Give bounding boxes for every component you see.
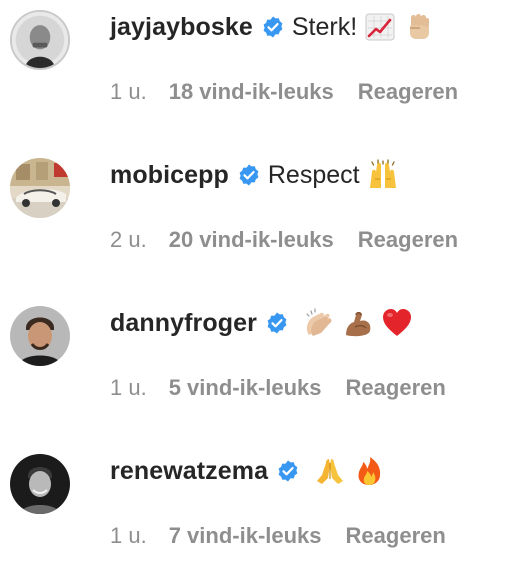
comments-list: jayjayboske Sterk! 1 u. 18 vind-ik-leuks… [0, 0, 528, 568]
comment-text: Respect [267, 160, 360, 189]
avatar[interactable] [10, 306, 70, 366]
timestamp[interactable]: 1 u. [110, 79, 147, 105]
fire-emoji-icon [353, 455, 385, 487]
timestamp[interactable]: 1 u. [110, 523, 147, 549]
folded-hands-emoji-icon [314, 455, 346, 487]
comment-meta: 2 u. 20 vind-ik-leuks Reageren [110, 225, 458, 255]
comment-meta: 1 u. 5 vind-ik-leuks Reageren [110, 373, 446, 403]
clapping-hands-emoji-icon [303, 307, 335, 339]
raised-fist-emoji-icon [403, 11, 435, 43]
raising-hands-emoji-icon [367, 159, 399, 191]
avatar-image [10, 454, 70, 514]
avatar-image [10, 306, 70, 366]
avatar[interactable] [10, 158, 70, 218]
likes-count[interactable]: 18 vind-ik-leuks [169, 79, 334, 105]
comment-text: Sterk! [291, 12, 358, 41]
avatar-image [10, 158, 70, 218]
comment-item: mobicepp Respect 2 u. 20 vind-ik-leuks R… [0, 148, 528, 278]
reply-button[interactable]: Reageren [346, 375, 446, 401]
username[interactable]: renewatzema [110, 457, 268, 486]
comment-item: renewatzema 1 u. 7 vind-ik-leuks Reagere… [0, 444, 528, 574]
comment-line: jayjayboske Sterk! [110, 10, 435, 44]
comment-meta: 1 u. 18 vind-ik-leuks Reageren [110, 77, 458, 107]
reply-button[interactable]: Reageren [358, 227, 458, 253]
likes-count[interactable]: 5 vind-ik-leuks [169, 375, 322, 401]
comment-line: dannyfroger [110, 306, 413, 340]
avatar[interactable] [10, 10, 70, 70]
username[interactable]: jayjayboske [110, 13, 253, 42]
verified-badge-icon [261, 15, 285, 39]
verified-badge-icon [276, 459, 300, 483]
comment-line: mobicepp Respect [110, 158, 399, 192]
reply-button[interactable]: Reageren [346, 523, 446, 549]
likes-count[interactable]: 20 vind-ik-leuks [169, 227, 334, 253]
verified-badge-icon [265, 311, 289, 335]
comment-item: dannyfroger 1 u. 5 vind-ik-leuks Reagere… [0, 296, 528, 426]
timestamp[interactable]: 1 u. [110, 375, 147, 401]
comment-item: jayjayboske Sterk! 1 u. 18 vind-ik-leuks… [0, 0, 528, 130]
comment-meta: 1 u. 7 vind-ik-leuks Reageren [110, 521, 446, 551]
reply-button[interactable]: Reageren [358, 79, 458, 105]
chart-increasing-emoji-icon [364, 11, 396, 43]
timestamp[interactable]: 2 u. [110, 227, 147, 253]
red-heart-emoji-icon [381, 307, 413, 339]
comment-line: renewatzema [110, 454, 385, 488]
flexed-biceps-emoji-icon [342, 307, 374, 339]
likes-count[interactable]: 7 vind-ik-leuks [169, 523, 322, 549]
avatar-image [12, 12, 68, 68]
verified-badge-icon [237, 163, 261, 187]
username[interactable]: mobicepp [110, 161, 229, 190]
username[interactable]: dannyfroger [110, 309, 257, 338]
avatar[interactable] [10, 454, 70, 514]
